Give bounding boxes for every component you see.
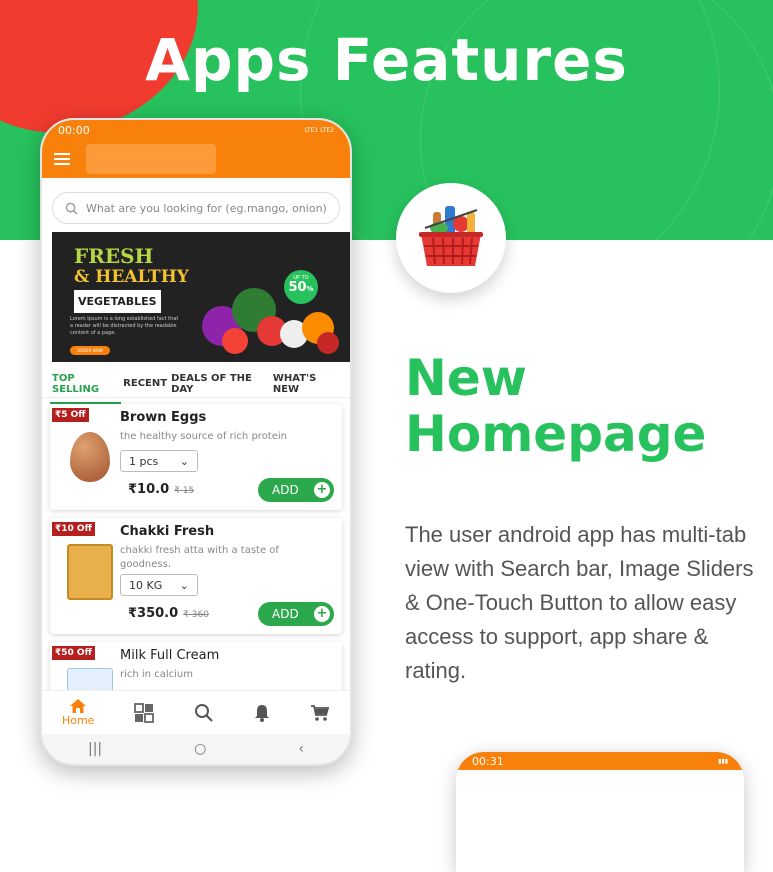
tab-bar: TOP SELLING RECENT DEALS OF THE DAY WHAT… bbox=[42, 367, 350, 404]
badge-unit: % bbox=[306, 285, 314, 293]
basket-icon bbox=[396, 183, 506, 293]
tab-whats-new[interactable]: WHAT'S NEW bbox=[271, 367, 342, 401]
home-icon bbox=[70, 699, 87, 713]
nav-categories[interactable] bbox=[134, 702, 155, 723]
atta-pack-image bbox=[64, 542, 116, 600]
offer-badge: ₹5 Off bbox=[52, 408, 89, 422]
back-icon[interactable]: ‹ bbox=[298, 741, 304, 757]
tab-deals-of-the-day[interactable]: DEALS OF THE DAY bbox=[169, 367, 271, 401]
feature-title-line2: Homepage bbox=[405, 405, 707, 463]
product-price: ₹10.0 ₹ 15 bbox=[128, 482, 194, 497]
bottom-navigation: Home bbox=[42, 690, 350, 734]
mrp-value: ₹ 360 bbox=[183, 610, 209, 620]
order-now-button[interactable]: ORDER NOW bbox=[70, 346, 110, 355]
plus-icon: + bbox=[314, 606, 330, 622]
banner-line1: FRESH bbox=[74, 244, 154, 268]
feature-title-line1: New bbox=[405, 349, 527, 407]
nav-home[interactable]: Home bbox=[62, 698, 94, 727]
offer-badge: ₹50 Off bbox=[52, 646, 95, 660]
status-bar: 00:31 ▮▮▮ bbox=[456, 752, 744, 770]
cart-icon bbox=[310, 704, 330, 721]
banner-heading: FRESH & HEALTHY VEGETABLES bbox=[74, 246, 189, 313]
tab-recent[interactable]: RECENT bbox=[121, 372, 169, 395]
status-icons: ▮▮▮ bbox=[718, 757, 728, 765]
chevron-down-icon: ⌄ bbox=[179, 454, 189, 468]
image-slider-banner[interactable]: FRESH & HEALTHY VEGETABLES Lorem Ipsum i… bbox=[52, 232, 350, 362]
second-phone-mockup: 00:31 ▮▮▮ bbox=[456, 752, 744, 872]
badge-value: 50 bbox=[288, 280, 307, 295]
product-name: Brown Eggs bbox=[120, 410, 207, 425]
quantity-value: 1 pcs bbox=[129, 454, 159, 468]
phone-mockup: 00:00 LTE1 LTE2 What are you looking for… bbox=[40, 118, 352, 766]
search-placeholder: What are you looking for (eg.mango, onio… bbox=[86, 201, 327, 215]
product-price: ₹350.0 ₹ 360 bbox=[128, 606, 209, 621]
product-description: rich in calcium bbox=[120, 669, 193, 680]
add-to-cart-button[interactable]: ADD + bbox=[258, 478, 334, 502]
offer-badge: ₹10 Off bbox=[52, 522, 95, 536]
chevron-down-icon: ⌄ bbox=[179, 578, 189, 592]
banner-line2: & HEALTHY bbox=[74, 267, 189, 287]
vegetable-image bbox=[222, 328, 248, 354]
home-circle-icon[interactable]: ○ bbox=[194, 741, 206, 757]
price-value: ₹350.0 bbox=[128, 606, 179, 621]
status-time: 00:00 bbox=[58, 123, 90, 137]
milk-pack-image bbox=[64, 666, 116, 690]
categories-icon bbox=[134, 702, 155, 723]
feature-title: New Homepage bbox=[405, 350, 706, 462]
nav-home-label: Home bbox=[61, 714, 95, 727]
nav-search[interactable] bbox=[194, 703, 214, 723]
banner-line3: VEGETABLES bbox=[74, 290, 161, 313]
quantity-value: 10 KG bbox=[129, 578, 163, 592]
quantity-select[interactable]: 1 pcs ⌄ bbox=[120, 450, 198, 472]
mrp-value: ₹ 15 bbox=[174, 486, 195, 496]
status-time: 00:31 bbox=[472, 754, 504, 768]
product-card[interactable]: ₹10 Off Chakki Fresh chakki fresh atta w… bbox=[50, 518, 342, 634]
search-bar[interactable]: What are you looking for (eg.mango, onio… bbox=[52, 192, 340, 224]
discount-badge: UP TO 50% bbox=[284, 270, 318, 304]
product-description: chakki fresh atta with a taste of goodne… bbox=[120, 545, 279, 570]
search-icon bbox=[65, 202, 78, 215]
product-list: ₹5 Off Brown Eggs the healthy source of … bbox=[42, 398, 350, 690]
add-to-cart-button[interactable]: ADD + bbox=[258, 602, 334, 626]
feature-description: The user android app has multi-tab view … bbox=[405, 522, 754, 683]
add-label: ADD bbox=[272, 607, 299, 621]
bell-icon bbox=[255, 704, 270, 722]
product-description: the healthy source of rich protein bbox=[120, 431, 287, 442]
product-name: Chakki Fresh bbox=[120, 524, 215, 539]
menu-icon[interactable] bbox=[54, 153, 70, 165]
nav-notifications[interactable] bbox=[254, 704, 270, 722]
tab-top-selling[interactable]: TOP SELLING bbox=[50, 367, 122, 404]
price-value: ₹10.0 bbox=[128, 482, 170, 497]
app-bar bbox=[42, 140, 350, 178]
recent-apps-icon[interactable]: ||| bbox=[88, 741, 102, 757]
product-card[interactable]: ₹50 Off Milk Full Cream rich in calcium bbox=[50, 642, 342, 690]
add-label: ADD bbox=[272, 483, 299, 497]
quantity-select[interactable]: 10 KG ⌄ bbox=[120, 574, 198, 596]
system-navigation-bar: ||| ○ ‹ bbox=[42, 734, 350, 764]
product-name: Milk Full Cream bbox=[120, 648, 220, 663]
banner-lorem: Lorem Ipsum is a long established fact t… bbox=[70, 316, 179, 336]
page-headline: Apps Features bbox=[145, 26, 628, 94]
status-bar: 00:00 LTE1 LTE2 bbox=[42, 120, 350, 140]
product-card[interactable]: ₹5 Off Brown Eggs the healthy source of … bbox=[50, 404, 342, 510]
search-icon bbox=[195, 703, 213, 722]
plus-icon: + bbox=[314, 482, 330, 498]
status-icons: LTE1 LTE2 bbox=[304, 126, 335, 134]
nav-cart[interactable] bbox=[310, 704, 330, 722]
vegetable-image bbox=[317, 332, 339, 354]
egg-image bbox=[64, 428, 116, 486]
app-logo-blurred bbox=[86, 144, 216, 174]
